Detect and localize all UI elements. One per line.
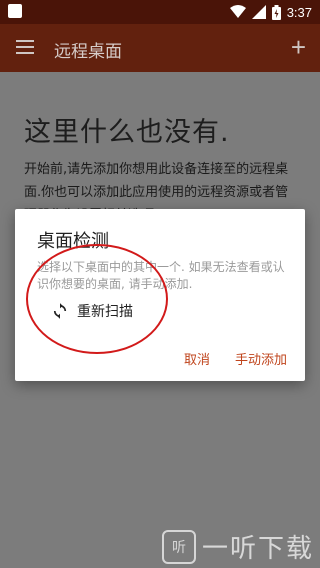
app-title: 远程桌面 (54, 42, 122, 62)
cancel-button[interactable]: 取消 (184, 349, 210, 368)
dialog-title: 桌面检测 (37, 231, 109, 252)
watermark: 听 一听下载 (162, 528, 314, 565)
plus-icon[interactable]: + (291, 32, 306, 63)
status-time: 3:37 (286, 4, 312, 20)
rescan-label: 重新扫描 (77, 304, 133, 320)
app-bar: 远程桌面 + (0, 24, 320, 72)
notification-icon (8, 4, 22, 18)
dialog-message: 选择以下桌面中的其中一个. 如果无法查看或认识你想要的桌面, 请手动添加. (37, 260, 285, 291)
refresh-icon (53, 303, 67, 319)
status-bar: 3:37 (0, 0, 320, 24)
rescan-button[interactable]: 重新扫描 (51, 301, 133, 321)
signal-icon (251, 5, 266, 19)
empty-state-title: 这里什么也没有. (24, 117, 230, 148)
manual-add-button[interactable]: 手动添加 (235, 349, 287, 368)
status-icons: 3:37 (229, 3, 312, 21)
desktop-detection-dialog: 桌面检测 选择以下桌面中的其中一个. 如果无法查看或认识你想要的桌面, 请手动添… (15, 209, 305, 381)
battery-icon (271, 4, 281, 20)
menu-icon[interactable] (16, 40, 34, 54)
wifi-icon (229, 5, 246, 18)
watermark-logo: 听 (162, 529, 196, 564)
watermark-text: 一听下载 (202, 534, 315, 564)
